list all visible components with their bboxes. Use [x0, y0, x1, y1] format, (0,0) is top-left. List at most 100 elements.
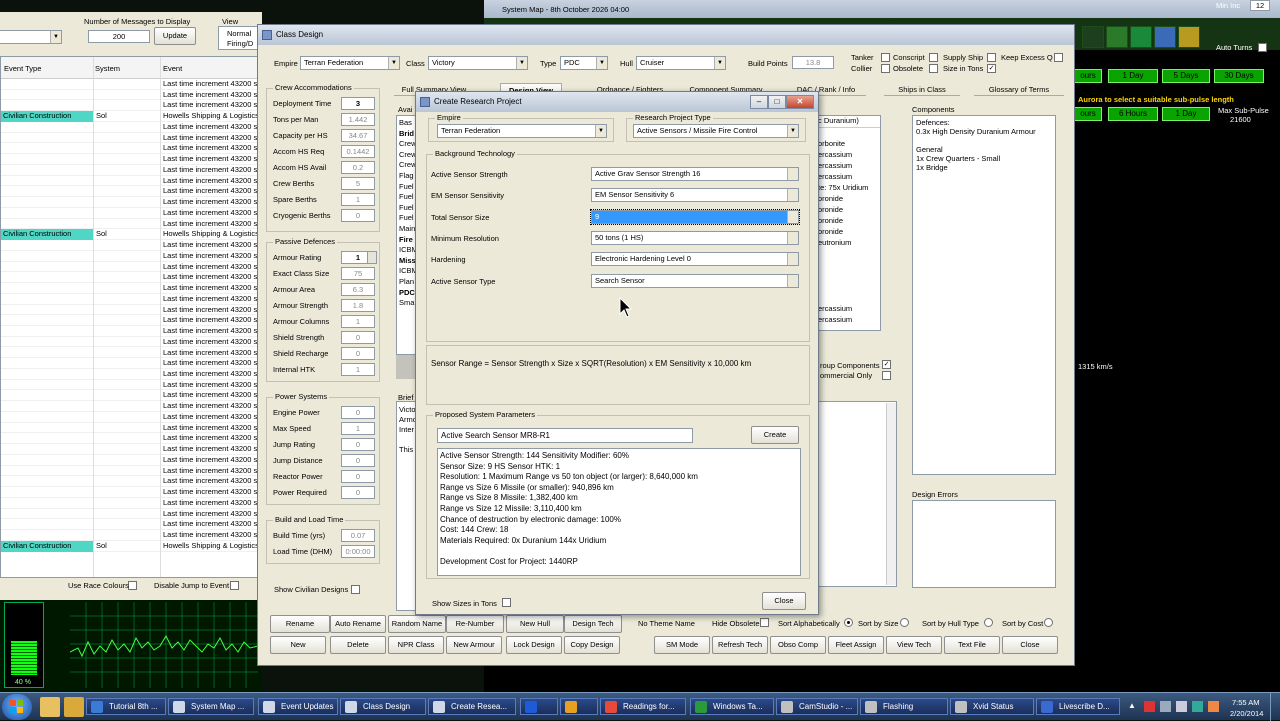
event-row[interactable]: Civilian Construction Sol Howells Shipping…: [1, 540, 261, 552]
tech-select[interactable]: Electronic Hardening Level 0: [591, 252, 799, 267]
close-window-button[interactable]: ✕: [786, 95, 814, 109]
event-row[interactable]: Last time increment 43200 sec: [1, 401, 261, 412]
brief-scrollbar[interactable]: [886, 403, 896, 585]
event-row[interactable]: Last time increment 43200 sec: [1, 197, 261, 208]
taskbar-item[interactable]: Event Updates: [258, 698, 338, 715]
tray-network-icon[interactable]: [1160, 701, 1171, 712]
available-item[interactable]: Crew: [399, 139, 415, 150]
show-desktop-button[interactable]: [1270, 693, 1280, 721]
taskbar-item[interactable]: Livescribe D...: [1036, 698, 1120, 715]
available-item[interactable]: Miss: [399, 256, 415, 267]
event-row[interactable]: Last time increment 43200 sec: [1, 412, 261, 423]
flag-excess-checkbox[interactable]: [1054, 53, 1063, 62]
class-components-list[interactable]: c Duranium) orbonite ercassium ercassium erc…: [815, 115, 881, 331]
use-race-colours-checkbox[interactable]: [128, 581, 137, 590]
event-filter-select[interactable]: ▼: [0, 30, 62, 44]
available-item[interactable]: Fuel: [399, 182, 415, 193]
hide-obsolete-checkbox[interactable]: [760, 618, 769, 627]
event-row[interactable]: Last time increment 43200 sec: [1, 348, 261, 359]
event-row[interactable]: Last time increment 43200 sec: [1, 133, 261, 144]
group-components-checkbox[interactable]: ✓: [882, 360, 891, 369]
empire-select[interactable]: Terran Federation ▼: [300, 56, 400, 70]
available-item[interactable]: Plan: [399, 277, 415, 288]
available-item[interactable]: Crew: [399, 160, 415, 171]
class-component-item[interactable]: ercassium: [818, 172, 880, 183]
class-component-item[interactable]: oronide: [818, 205, 880, 216]
time-row1-btn-3[interactable]: 30 Days: [1214, 69, 1264, 83]
event-row[interactable]: Last time increment 43200 sec: [1, 433, 261, 445]
class-design-action-button[interactable]: New Armour: [446, 636, 502, 654]
flag-conscript-checkbox[interactable]: [929, 53, 938, 62]
tray-app-icon[interactable]: [1192, 701, 1203, 712]
available-item[interactable]: Fuel: [399, 192, 415, 203]
taskbar-item[interactable]: System Map ...: [168, 698, 254, 715]
event-row[interactable]: Last time increment 43200 sec: [1, 100, 261, 112]
taskbar-item[interactable]: [520, 698, 558, 715]
available-item[interactable]: Main: [399, 224, 415, 235]
minimize-button[interactable]: ‒: [750, 95, 768, 109]
flag-obsolete-checkbox[interactable]: [929, 64, 938, 73]
event-row[interactable]: Last time increment 43200 sec: [1, 262, 261, 273]
event-row[interactable]: Last time increment 43200 sec: [1, 219, 261, 230]
available-item[interactable]: Bas: [399, 118, 415, 129]
class-design-action-button[interactable]: Copy Design: [564, 636, 620, 654]
update-button[interactable]: Update: [154, 27, 196, 45]
event-row[interactable]: Last time increment 43200 sec: [1, 208, 261, 219]
class-component-item[interactable]: te: 75x Uridium: [818, 183, 880, 194]
sort-option-radio[interactable]: [844, 618, 853, 627]
map-tool-2-icon[interactable]: [1106, 26, 1128, 48]
taskbar-item[interactable]: Readings for...: [600, 698, 686, 715]
event-row[interactable]: Last time increment 43200 sec: [1, 90, 261, 101]
start-button[interactable]: [2, 694, 32, 720]
event-row[interactable]: Last time increment 43200 sec: [1, 186, 261, 198]
event-row[interactable]: Last time increment 43200 sec: [1, 358, 261, 369]
research-close-button[interactable]: Close: [762, 592, 806, 610]
class-design-action-button[interactable]: Obso Comp: [770, 636, 826, 654]
class-component-item[interactable]: orbonite: [818, 139, 880, 150]
event-row[interactable]: Last time increment 43200 sec: [1, 240, 261, 251]
class-design-action-button[interactable]: View Tech: [886, 636, 942, 654]
armour-stepper-icon[interactable]: [367, 251, 377, 264]
class-design-action-button[interactable]: Fleet Assign: [828, 636, 884, 654]
event-row[interactable]: Last time increment 43200 sec: [1, 498, 261, 509]
available-item[interactable]: Fuel: [399, 213, 415, 224]
available-list[interactable]: Bas Brid Crew Crew Crew Flag Fuel Fuel Fuel Fuel M…: [396, 115, 416, 355]
event-row[interactable]: Last time increment 43200 sec: [1, 390, 261, 402]
taskbar-item[interactable]: [560, 698, 598, 715]
tab-glossary[interactable]: Glossary of Terms: [974, 83, 1064, 96]
taskbar-item[interactable]: Xvid Status: [950, 698, 1034, 715]
event-row[interactable]: Last time increment 43200 sec: [1, 326, 261, 337]
class-component-item[interactable]: oronide: [818, 227, 880, 238]
event-row[interactable]: Civilian Construction Sol Howells Shipping…: [1, 111, 261, 122]
time-row1-btn-1[interactable]: 1 Day: [1108, 69, 1158, 83]
tech-select[interactable]: Active Grav Sensor Strength 16: [591, 167, 799, 181]
class-design-action-button[interactable]: Text File: [944, 636, 1000, 654]
project-name-input[interactable]: Active Search Sensor MR8-R1: [437, 428, 693, 443]
col-system[interactable]: System: [95, 64, 120, 73]
quicklaunch-folder-icon[interactable]: [64, 697, 84, 717]
event-row[interactable]: Last time increment 43200 sec: [1, 530, 261, 541]
tray-flag-icon[interactable]: [1144, 701, 1155, 712]
num-messages-input[interactable]: 200: [88, 30, 150, 43]
col-event-type[interactable]: Event Type: [4, 64, 41, 73]
event-row[interactable]: Last time increment 43200 sec: [1, 176, 261, 187]
event-row[interactable]: Last time increment 43200 sec: [1, 423, 261, 434]
sort-option-radio[interactable]: [984, 618, 993, 627]
renumber-button[interactable]: Re-Number: [446, 615, 504, 633]
event-row[interactable]: Last time increment 43200 sec: [1, 519, 261, 531]
event-row[interactable]: Civilian Construction Sol Howells Shipping…: [1, 229, 261, 241]
class-component-item[interactable]: oronide: [818, 216, 880, 227]
flag-tanker-checkbox[interactable]: [881, 53, 890, 62]
clock-time[interactable]: 7:55 AM: [1232, 698, 1260, 707]
tab-ships-in-class[interactable]: Ships in Class: [884, 83, 960, 96]
taskbar-item[interactable]: Flashing: [860, 698, 948, 715]
tech-select[interactable]: EM Sensor Sensitivity 6: [591, 188, 799, 203]
class-component-item[interactable]: ercassium: [818, 150, 880, 161]
event-row[interactable]: Last time increment 43200 sec: [1, 154, 261, 165]
event-row[interactable]: Last time increment 43200 sec: [1, 122, 261, 133]
available-item[interactable]: ICBM: [399, 266, 415, 277]
tray-volume-icon[interactable]: [1176, 701, 1187, 712]
available-item[interactable]: Brid: [399, 129, 415, 140]
quicklaunch-explorer-icon[interactable]: [40, 697, 60, 717]
event-row[interactable]: Last time increment 43200 sec: [1, 455, 261, 466]
